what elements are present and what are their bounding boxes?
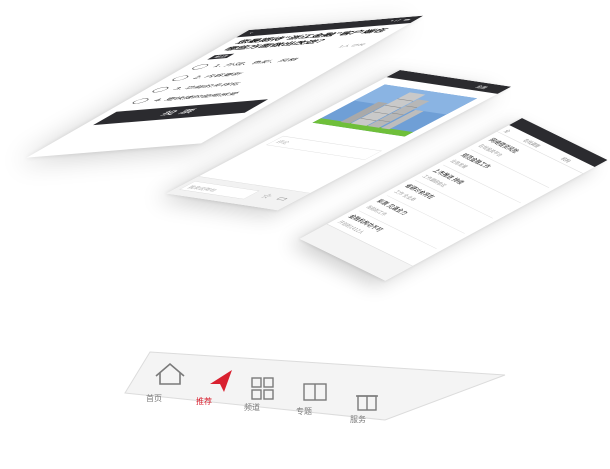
- nav-label-topic[interactable]: 专题: [296, 406, 312, 416]
- nav-label-channel[interactable]: 频道: [244, 402, 260, 412]
- nav-label-service[interactable]: 服务: [350, 414, 366, 424]
- app-stage: 全 在线调查 机构 网络借贷风险 在线投资平台 规范金融工作 业务发展 上市推进 持…: [0, 0, 610, 469]
- nav-label-home[interactable]: 首页: [146, 393, 162, 403]
- nav-label-recommend[interactable]: 推荐: [196, 396, 212, 406]
- bottom-nav: 首页 推荐 频道 专题 服务: [124, 351, 506, 424]
